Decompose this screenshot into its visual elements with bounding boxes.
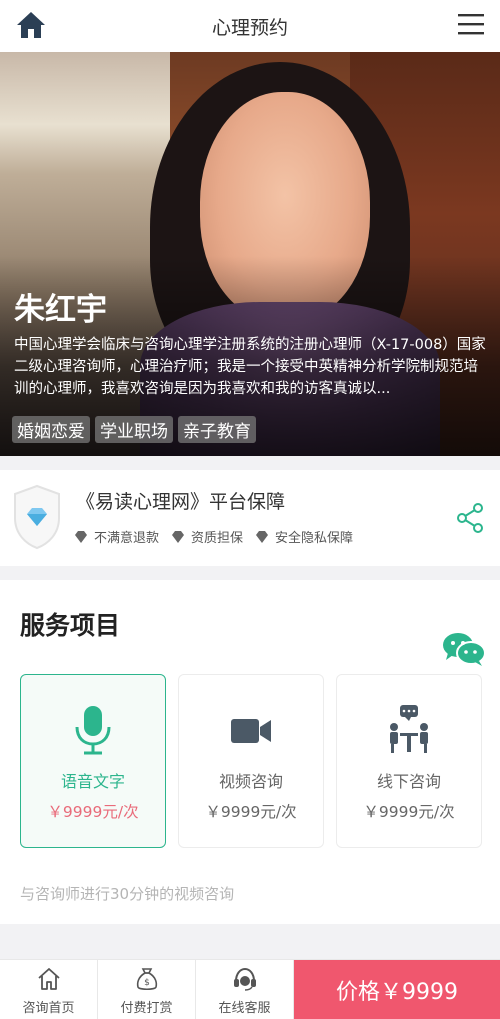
specialty-tag: 学业职场 (95, 416, 173, 443)
headset-icon (233, 967, 256, 991)
service-name: 视频咨询 (218, 772, 283, 791)
specialty-tags: 婚姻恋爱 学业职场 亲子教育 (12, 416, 256, 443)
platform-guarantee-card: 《易读心理网》平台保障 不满意退款 资质担保 安全隐私保障 (0, 470, 500, 566)
price-book-button[interactable]: 价格￥9999 (294, 960, 500, 1019)
guarantee-item: 资质担保 (171, 527, 243, 546)
tab-label: 在线客服 (218, 1001, 271, 1016)
counselor-name: 朱红宇 (14, 292, 107, 328)
service-option-video[interactable]: 视频咨询 ￥9999元/次 (178, 674, 324, 848)
wechat-icon[interactable] (442, 631, 486, 667)
service-price: ￥9999元/次 (47, 803, 139, 821)
counselor-bio: 中国心理学会临床与咨询心理学注册系统的注册心理师（X-17-008）国家二级心理… (14, 337, 486, 397)
diamond-icon (172, 530, 185, 543)
money-bag-icon: $ (136, 968, 157, 991)
face-to-face-icon (390, 705, 428, 753)
guarantee-items: 不满意退款 资质担保 安全隐私保障 (74, 527, 353, 546)
service-option-offline[interactable]: 线下咨询 ￥9999元/次 (336, 674, 482, 848)
page-title: 心理预约 (211, 16, 288, 39)
top-nav-bar: 心理预约 (0, 0, 500, 52)
counselor-hero: 朱红宇 中国心理学会临床与咨询心理学注册系统的注册心理师（X-17-008）国家… (0, 52, 500, 456)
tab-label: 咨询首页 (22, 1001, 75, 1016)
video-camera-icon (231, 719, 271, 743)
specialty-tag: 婚姻恋爱 (12, 416, 90, 443)
svg-text:$: $ (144, 978, 150, 988)
service-description: 与咨询师进行30分钟的视频咨询 (20, 885, 235, 903)
tab-online-support[interactable]: 在线客服 (196, 960, 294, 1019)
microphone-icon (75, 706, 111, 755)
diamond-icon (75, 530, 87, 543)
share-icon[interactable] (456, 503, 484, 533)
shield-diamond-icon (14, 484, 60, 550)
specialty-tag: 亲子教育 (178, 416, 256, 443)
services-section: 服务项目 语音文字 ￥9999元/次 视频咨询 ￥9999元/次 线下咨询 ￥9… (0, 580, 500, 924)
tab-label: 付费打赏 (120, 1001, 173, 1016)
section-title: 服务项目 (20, 611, 121, 640)
service-price: ￥9999元/次 (363, 803, 455, 821)
guarantee-title: 《易读心理网》平台保障 (76, 491, 286, 513)
tab-consult-home[interactable]: 咨询首页 (0, 960, 98, 1019)
home-outline-icon (37, 968, 60, 990)
home-icon[interactable] (15, 10, 47, 40)
tab-pay-tip[interactable]: $ 付费打赏 (98, 960, 196, 1019)
bottom-action-bar: 咨询首页 $ 付费打赏 在线客服 价格￥9999 (0, 959, 500, 1019)
service-name: 语音文字 (60, 772, 125, 791)
hamburger-menu-icon[interactable] (458, 13, 484, 35)
guarantee-item: 安全隐私保障 (255, 527, 353, 546)
service-option-voice-text[interactable]: 语音文字 ￥9999元/次 (20, 674, 166, 848)
service-options: 语音文字 ￥9999元/次 视频咨询 ￥9999元/次 线下咨询 ￥9999元/… (20, 674, 482, 848)
diamond-icon (256, 530, 269, 543)
service-price: ￥9999元/次 (205, 803, 297, 821)
service-name: 线下咨询 (376, 772, 441, 791)
guarantee-item: 不满意退款 (74, 527, 159, 546)
